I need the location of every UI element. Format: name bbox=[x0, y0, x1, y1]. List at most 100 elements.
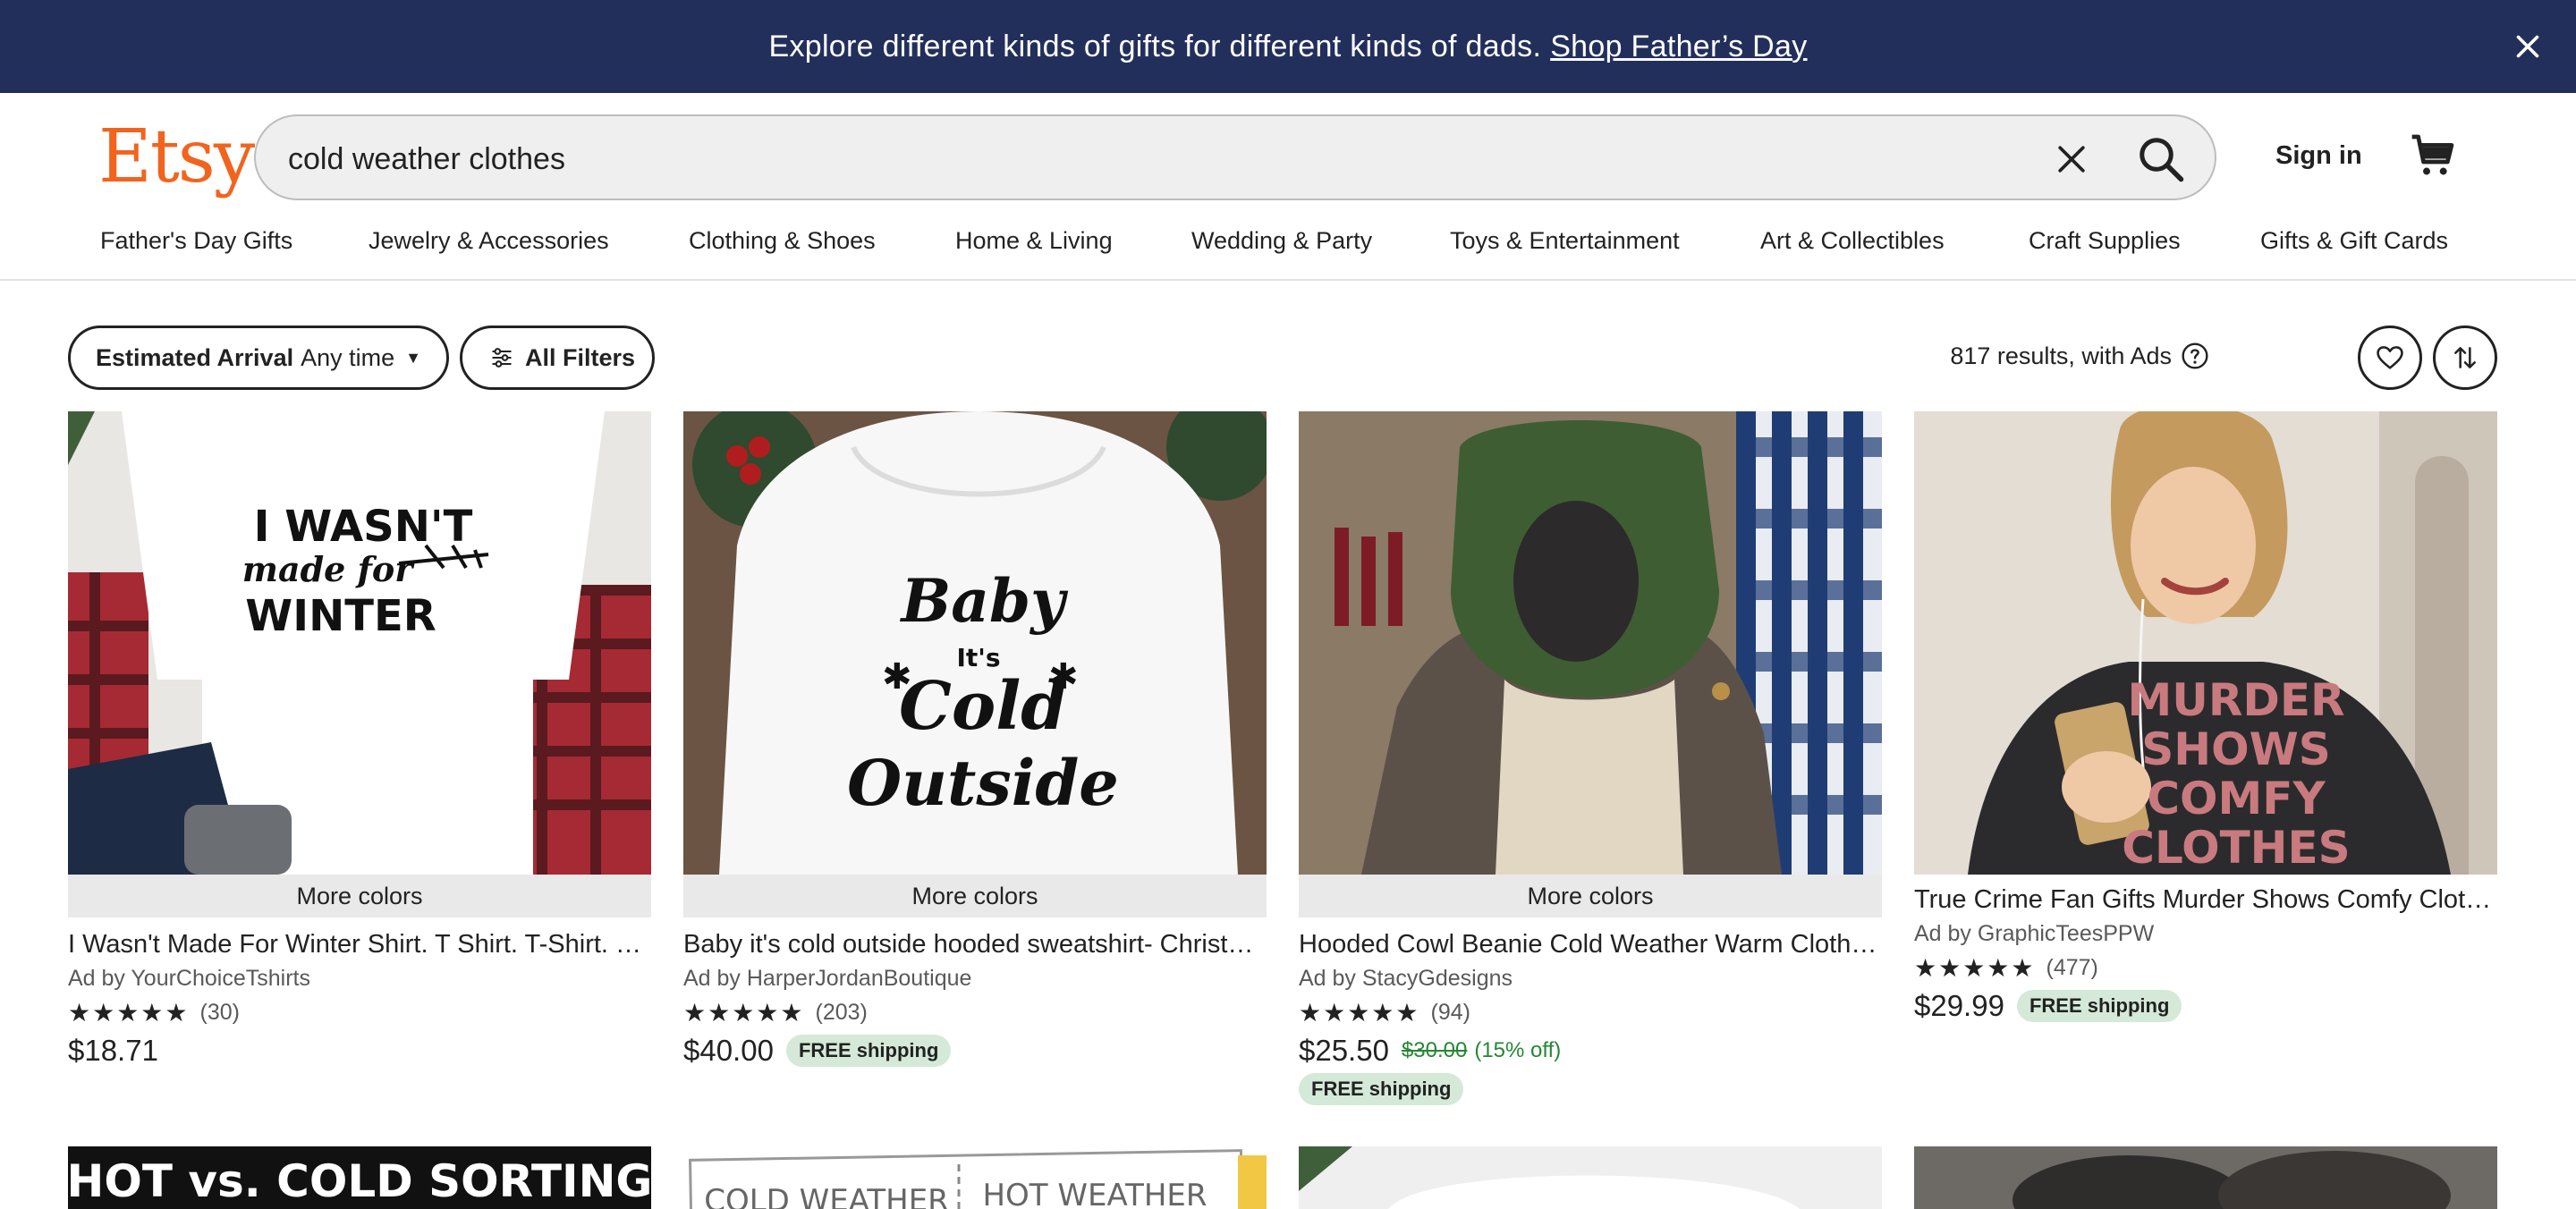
close-icon[interactable] bbox=[2512, 30, 2544, 63]
listing-price: $29.99 bbox=[1914, 989, 2004, 1022]
listing-seller[interactable]: Ad by HarperJordanBoutique bbox=[683, 962, 1267, 994]
listing-image[interactable] bbox=[1914, 1146, 2497, 1209]
star-rating: ★★★★★ bbox=[1914, 953, 2036, 982]
listing-image[interactable]: Baby It's Cold Outside ✱ ✱ bbox=[683, 411, 1267, 875]
search-input[interactable] bbox=[288, 134, 1898, 184]
free-shipping-badge: FREE shipping bbox=[785, 1035, 952, 1067]
nav-clothing-shoes[interactable]: Clothing & Shoes bbox=[689, 227, 876, 255]
nav-fathers-day-gifts[interactable]: Father's Day Gifts bbox=[100, 227, 292, 255]
estimated-arrival-filter[interactable]: Estimated Arrival Any time ▼ bbox=[68, 326, 449, 390]
listing-title[interactable]: Baby it's cold outside hooded sweatshirt… bbox=[683, 926, 1267, 962]
nav-home-living[interactable]: Home & Living bbox=[955, 227, 1113, 255]
search-bar bbox=[254, 114, 2216, 200]
clear-search-icon[interactable] bbox=[2052, 140, 2091, 179]
review-count: (203) bbox=[815, 999, 868, 1025]
nav-gifts-gift-cards[interactable]: Gifts & Gift Cards bbox=[2260, 227, 2448, 255]
listing-image[interactable] bbox=[1299, 1146, 1882, 1209]
shirt-line-3: WINTER bbox=[245, 591, 436, 641]
listing-image[interactable]: MURDER SHOWS COMFY CLOTHES bbox=[1914, 411, 2497, 875]
price-row: $18.71 bbox=[68, 1030, 651, 1071]
bottom-image-2b-text: HOT WEATHER bbox=[982, 1178, 1207, 1209]
nav-jewelry-accessories[interactable]: Jewelry & Accessories bbox=[369, 227, 609, 255]
promo-banner: Explore different kinds of gifts for dif… bbox=[0, 0, 2576, 93]
listing-price: $18.71 bbox=[68, 1034, 158, 1067]
hoodie-line-3: Cold bbox=[899, 668, 1067, 745]
results-text: 817 results, with Ads bbox=[1950, 342, 2172, 369]
listing-card: I WASN'T made for WINTER More colors I W… bbox=[68, 411, 651, 1071]
listing-seller[interactable]: Ad by YourChoiceTshirts bbox=[68, 962, 651, 994]
site-header: Etsy Sign in Father's Day Gifts Jewelry … bbox=[0, 93, 2576, 281]
nav-wedding-party[interactable]: Wedding & Party bbox=[1191, 227, 1372, 255]
search-icon[interactable] bbox=[2134, 132, 2188, 186]
nav-toys-entertainment[interactable]: Toys & Entertainment bbox=[1450, 227, 1680, 255]
shirt-line-1: I WASN'T bbox=[254, 502, 473, 552]
listing-seller[interactable]: Ad by GraphicTeesPPW bbox=[1914, 917, 2497, 950]
listing-seller[interactable]: Ad by StacyGdesigns bbox=[1299, 962, 1882, 994]
category-nav: Father's Day Gifts Jewelry & Accessories… bbox=[0, 227, 2576, 277]
price-row: $29.99 FREE shipping bbox=[1914, 985, 2497, 1027]
bottom-image-1-text: HOT vs. COLD SORTING bbox=[68, 1155, 651, 1207]
sweatshirt-line-3: COMFY bbox=[2147, 773, 2326, 824]
more-colors-label[interactable]: More colors bbox=[683, 875, 1267, 917]
sweatshirt-line-2: SHOWS bbox=[2141, 723, 2331, 775]
listing-title[interactable]: Hooded Cowl Beanie Cold Weather Warm Clo… bbox=[1299, 926, 1882, 962]
review-count: (477) bbox=[2046, 954, 2098, 980]
shop-fathers-day-link[interactable]: Shop Father’s Day bbox=[1550, 30, 1807, 64]
free-shipping-badge: FREE shipping bbox=[1299, 1073, 1464, 1105]
discount-label: (15% off) bbox=[1474, 1038, 1562, 1062]
listing-rating: ★★★★★ (477) bbox=[1914, 950, 2497, 985]
nav-art-collectibles[interactable]: Art & Collectibles bbox=[1760, 227, 1945, 255]
svg-text:✱: ✱ bbox=[1048, 656, 1079, 698]
price-row: $40.00 FREE shipping bbox=[683, 1030, 1267, 1071]
heart-icon bbox=[2377, 346, 2403, 369]
sign-in-link[interactable]: Sign in bbox=[2275, 141, 2362, 171]
listing-rating: ★★★★★ (94) bbox=[1299, 994, 1882, 1030]
listing-title[interactable]: I Wasn't Made For Winter Shirt. T Shirt.… bbox=[68, 926, 651, 962]
star-rating: ★★★★★ bbox=[68, 998, 190, 1027]
price-row: $25.50 $30.00 (15% off) bbox=[1299, 1030, 1882, 1071]
star-rating: ★★★★★ bbox=[683, 998, 805, 1027]
star-rating: ★★★★★ bbox=[1299, 998, 1420, 1027]
sweatshirt-line-4: CLOTHES bbox=[2122, 822, 2350, 874]
listing-card: MURDER SHOWS COMFY CLOTHES True Crime Fa… bbox=[1914, 411, 2497, 1027]
arrival-value: Any time bbox=[301, 343, 395, 371]
review-count: (94) bbox=[1430, 999, 1470, 1025]
sort-button[interactable] bbox=[2433, 326, 2497, 390]
caret-down-icon: ▼ bbox=[405, 348, 421, 367]
all-filters-label: All Filters bbox=[525, 343, 636, 371]
listing-image[interactable]: COLD WEATHER HOT WEATHER bbox=[683, 1146, 1267, 1209]
listing-price: $25.50 bbox=[1299, 1034, 1389, 1067]
listing-rating: ★★★★★ (30) bbox=[68, 994, 651, 1030]
sort-icon bbox=[2454, 347, 2476, 368]
bottom-image-2a-text: COLD WEATHER bbox=[704, 1183, 949, 1209]
more-colors-label[interactable]: More colors bbox=[1299, 875, 1882, 917]
original-price: $30.00 bbox=[1401, 1038, 1468, 1062]
listing-card: More colors Hooded Cowl Beanie Cold Weat… bbox=[1299, 411, 1882, 1105]
shirt-line-2: made for bbox=[242, 549, 415, 589]
listing-image[interactable]: HOT vs. COLD SORTING bbox=[68, 1146, 651, 1209]
arrival-label: Estimated Arrival bbox=[96, 343, 294, 371]
results-count: 817 results, with Ads bbox=[1950, 342, 2209, 370]
all-filters-button[interactable]: All Filters bbox=[460, 326, 655, 390]
shipping-row: FREE shipping bbox=[1299, 1073, 1882, 1105]
sweatshirt-line-1: MURDER bbox=[2127, 674, 2344, 726]
svg-text:✱: ✱ bbox=[882, 656, 912, 698]
etsy-logo[interactable]: Etsy bbox=[98, 114, 255, 199]
review-count: (30) bbox=[199, 999, 240, 1025]
listing-image[interactable] bbox=[1299, 411, 1882, 875]
favorite-search-button[interactable] bbox=[2358, 326, 2422, 390]
more-colors-label[interactable]: More colors bbox=[68, 875, 651, 917]
hoodie-line-1: Baby bbox=[899, 566, 1069, 636]
banner-text: Explore different kinds of gifts for dif… bbox=[768, 29, 1542, 63]
hoodie-line-4: Outside bbox=[847, 746, 1119, 820]
listing-card: Baby It's Cold Outside ✱ ✱ More colors B… bbox=[683, 411, 1267, 1071]
listing-price: $40.00 bbox=[683, 1034, 774, 1067]
free-shipping-badge: FREE shipping bbox=[2016, 990, 2182, 1022]
cart-icon[interactable] bbox=[2408, 131, 2458, 181]
nav-craft-supplies[interactable]: Craft Supplies bbox=[2029, 227, 2181, 255]
listing-rating: ★★★★★ (203) bbox=[683, 994, 1267, 1030]
listing-image[interactable]: I WASN'T made for WINTER bbox=[68, 411, 651, 875]
help-icon[interactable] bbox=[2181, 342, 2209, 370]
listing-title[interactable]: True Crime Fan Gifts Murder Shows Comfy … bbox=[1914, 882, 2497, 917]
filter-sliders-icon bbox=[492, 348, 512, 368]
